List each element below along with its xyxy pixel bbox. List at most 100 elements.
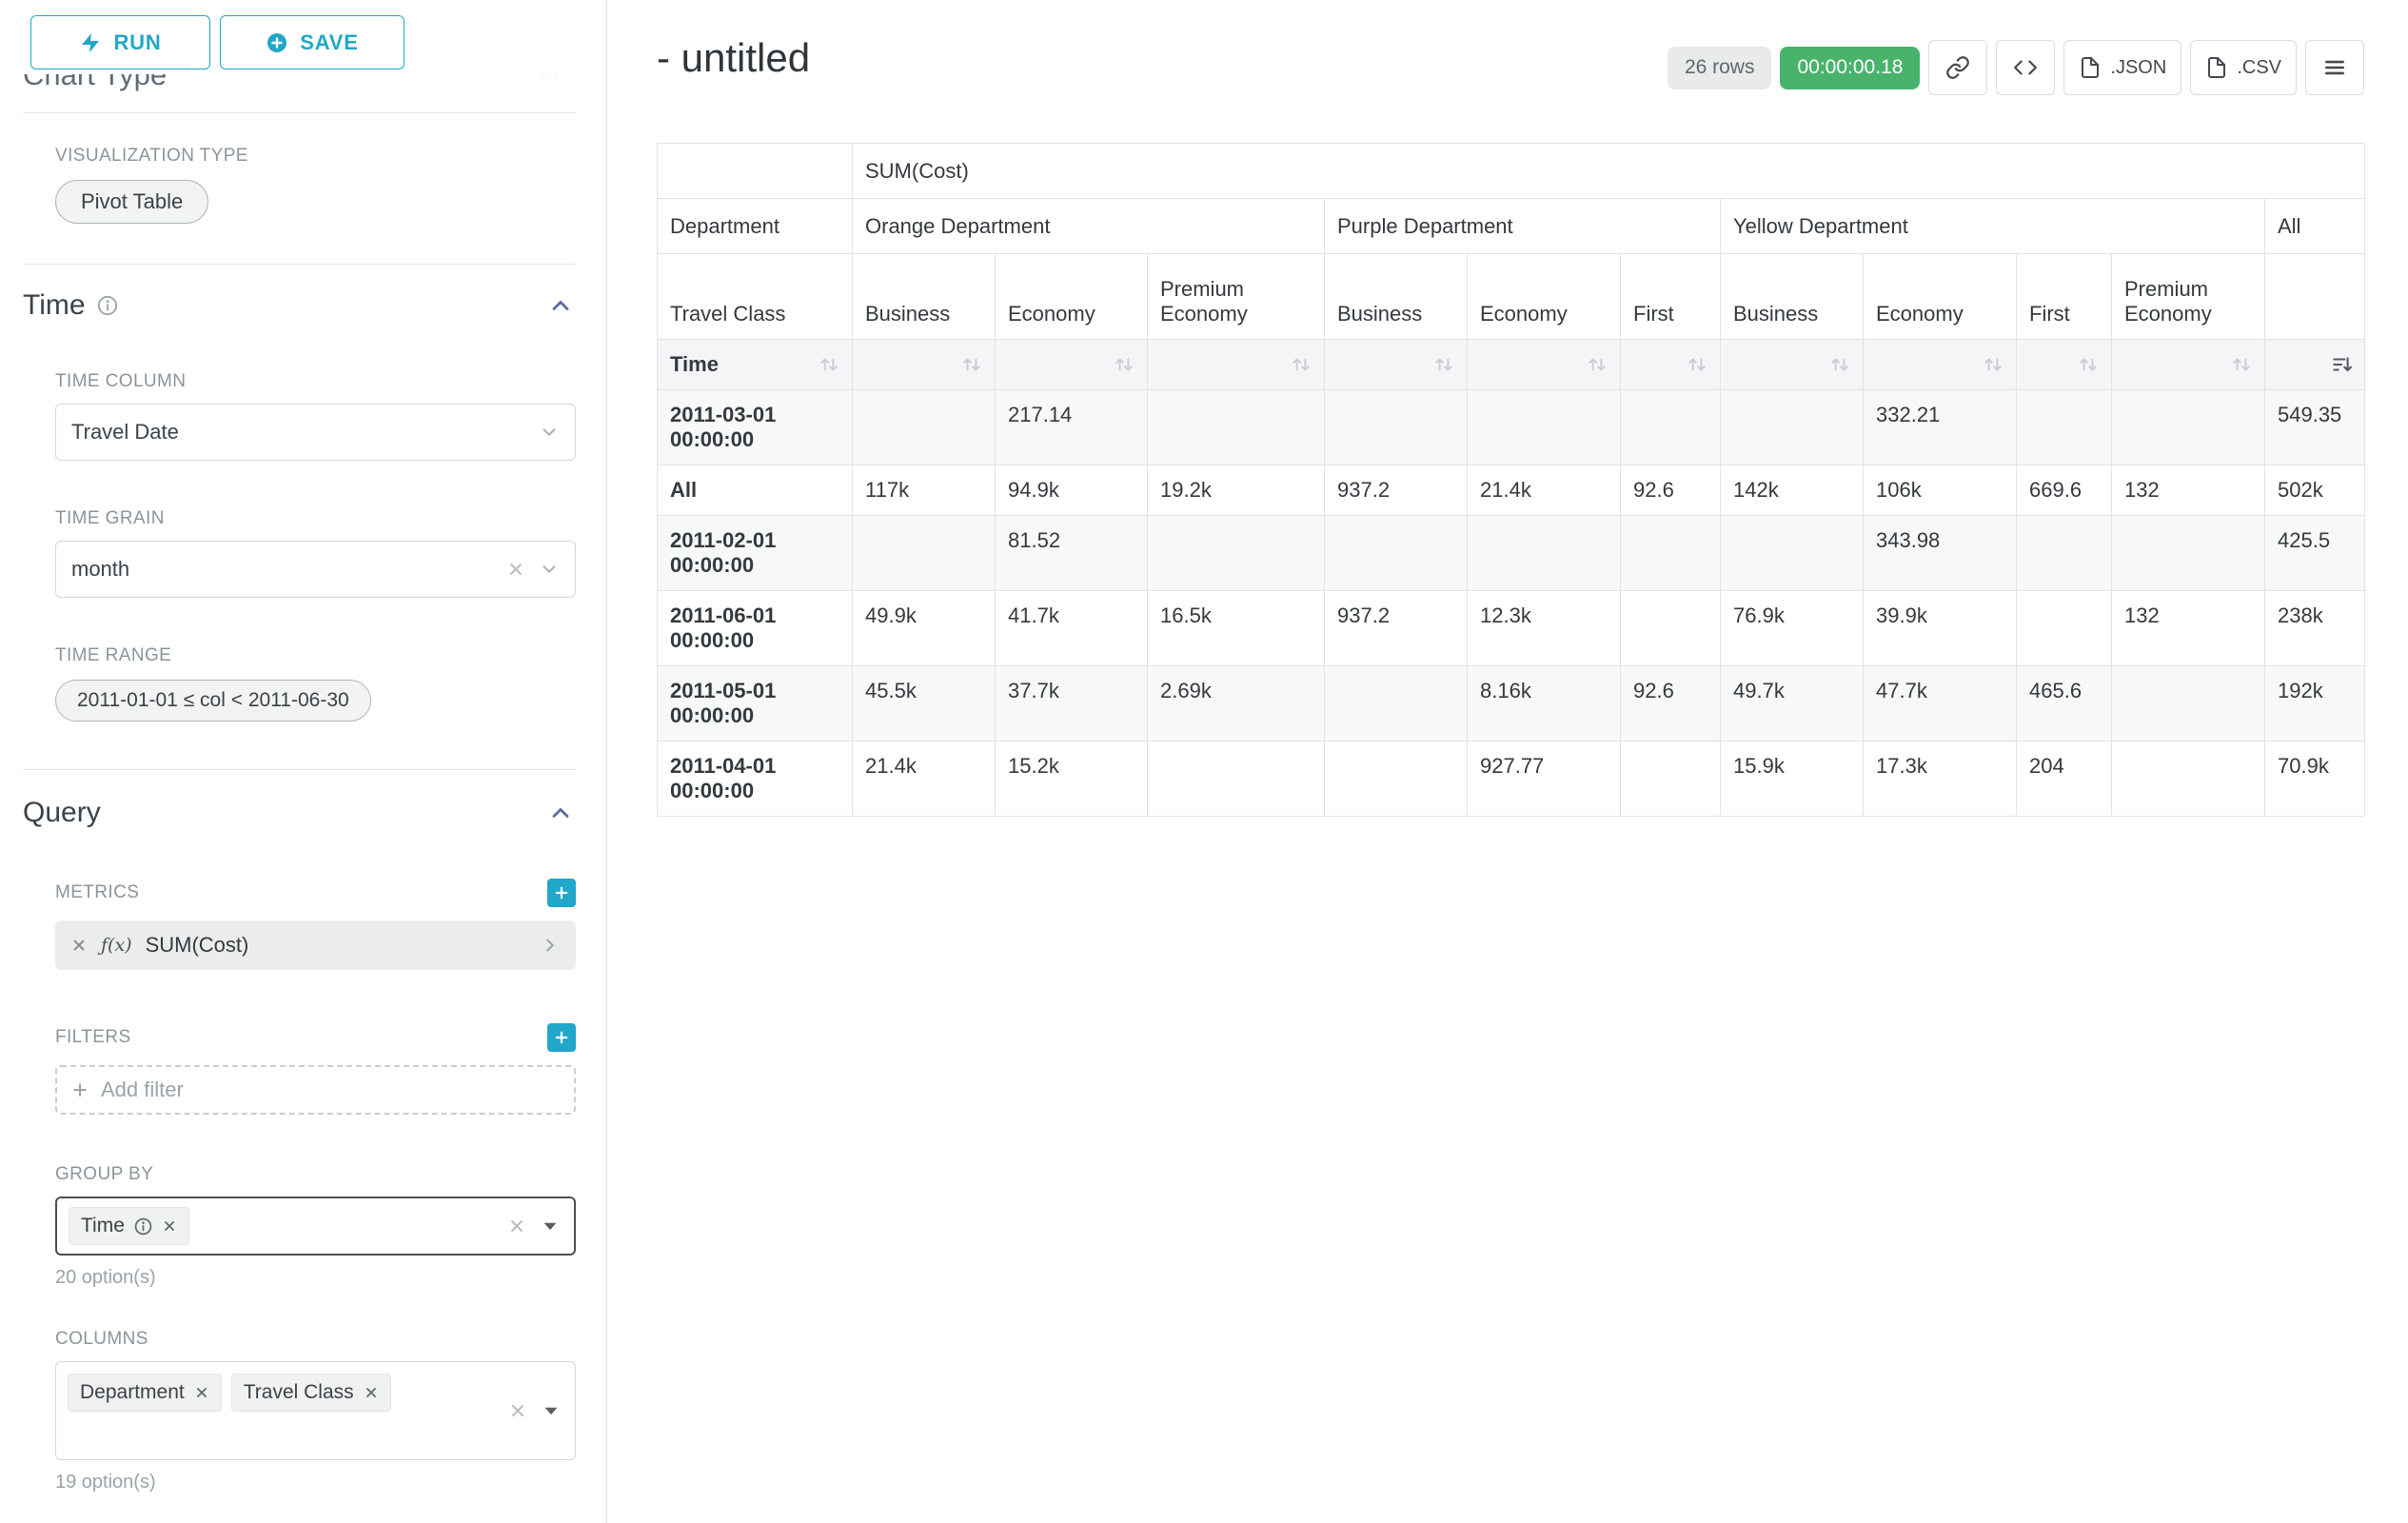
json-button-label: .JSON: [2110, 57, 2166, 79]
add-filter-button[interactable]: [547, 1023, 576, 1052]
group-by-tag[interactable]: Time: [69, 1207, 189, 1245]
sort-descending-button[interactable]: [2265, 340, 2365, 390]
column-header: [2265, 254, 2365, 340]
caret-down-icon[interactable]: [540, 1216, 561, 1236]
add-metric-button[interactable]: [547, 879, 576, 907]
column-header: Economy: [996, 254, 1148, 340]
clear-icon[interactable]: [507, 1216, 526, 1236]
query-section-title: Query: [23, 797, 101, 829]
value-cell: [1721, 390, 1864, 465]
columns-tag[interactable]: Travel Class: [231, 1374, 391, 1412]
value-cell: 21.4k: [853, 742, 996, 817]
clear-icon[interactable]: [508, 1401, 527, 1420]
value-cell: 927.77: [1468, 742, 1621, 817]
viz-type-pill[interactable]: Pivot Table: [55, 180, 208, 224]
time-range-pill[interactable]: 2011-01-01 ≤ col < 2011-06-30: [55, 680, 371, 722]
value-cell: [2112, 742, 2265, 817]
download-csv-button[interactable]: .CSV: [2190, 40, 2297, 95]
value-cell: [1621, 516, 1721, 591]
sort-toggle-button[interactable]: [1864, 340, 2017, 390]
collapse-icon[interactable]: [547, 292, 574, 319]
value-cell: 132: [2112, 465, 2265, 516]
value-cell: 132: [2112, 591, 2265, 666]
value-cell: [853, 390, 996, 465]
sort-arrows-icon: [2078, 354, 2099, 375]
value-cell: 15.9k: [1721, 742, 1864, 817]
run-button[interactable]: RUN: [30, 15, 210, 69]
control-panel: RUN SAVE Chart Type VISUALIZATION TYPE P…: [0, 0, 607, 1523]
info-icon: [97, 295, 118, 316]
column-header: Economy: [1468, 254, 1621, 340]
pivot-corner-cell: [658, 144, 853, 199]
sort-toggle-button[interactable]: [996, 340, 1148, 390]
add-filter-label: Add filter: [101, 1078, 184, 1102]
value-cell: [1621, 390, 1721, 465]
value-cell: 117k: [853, 465, 996, 516]
clear-icon[interactable]: [506, 560, 525, 579]
value-cell: 2.69k: [1148, 666, 1325, 742]
divider: [23, 769, 576, 770]
sort-toggle-button[interactable]: [2112, 340, 2265, 390]
sort-toggle-button[interactable]: [1325, 340, 1468, 390]
column-group-header: Yellow Department: [1721, 199, 2265, 254]
download-json-button[interactable]: .JSON: [2063, 40, 2181, 95]
row-label: 2011-04-01 00:00:00: [658, 742, 853, 817]
divider: [23, 264, 576, 265]
remove-tag-icon[interactable]: [162, 1218, 177, 1234]
value-cell: [2112, 390, 2265, 465]
pivot-row: All117k94.9k19.2k937.221.4k92.6142k106k6…: [658, 465, 2365, 516]
sort-toggle-button[interactable]: [1621, 340, 1721, 390]
run-button-label: RUN: [113, 30, 161, 55]
metrics-label: METRICS: [55, 882, 139, 903]
embed-code-button[interactable]: [1996, 40, 2055, 95]
value-cell: 465.6: [2017, 666, 2112, 742]
sort-toggle-button[interactable]: [1468, 340, 1621, 390]
clipped-section-heading: Chart Type: [23, 74, 576, 103]
sort-toggle-button[interactable]: [2017, 340, 2112, 390]
group-by-label: GROUP BY: [55, 1164, 576, 1185]
column-header: Economy: [1864, 254, 2017, 340]
remove-metric-icon[interactable]: [70, 937, 88, 954]
time-column-select[interactable]: Travel Date: [55, 404, 576, 461]
remove-tag-icon[interactable]: [194, 1385, 209, 1400]
save-button[interactable]: SAVE: [220, 15, 405, 69]
value-cell: 12.3k: [1468, 591, 1621, 666]
chart-menu-button[interactable]: [2305, 40, 2364, 95]
sort-toggle-button[interactable]: [1148, 340, 1325, 390]
columns-tag[interactable]: Department: [68, 1374, 222, 1412]
row-label: 2011-03-01 00:00:00: [658, 390, 853, 465]
metric-header: SUM(Cost): [853, 144, 2365, 199]
collapse-icon[interactable]: [547, 800, 574, 826]
copy-link-button[interactable]: [1928, 40, 1987, 95]
value-cell: 332.21: [1864, 390, 2017, 465]
query-section-header[interactable]: Query: [23, 797, 576, 829]
column-header: Business: [853, 254, 996, 340]
plus-icon: [553, 884, 570, 901]
save-button-label: SAVE: [300, 30, 358, 55]
value-cell: [2112, 666, 2265, 742]
metric-item[interactable]: ƒ(x) SUM(Cost): [55, 920, 576, 970]
chart-title[interactable]: - untitled: [657, 34, 810, 82]
sort-toggle-button[interactable]: [1721, 340, 1864, 390]
group-by-select[interactable]: Time: [55, 1197, 576, 1256]
columns-select[interactable]: Department Travel Class: [55, 1361, 576, 1460]
add-filter-dropzone[interactable]: Add filter: [55, 1065, 576, 1115]
caret-down-icon[interactable]: [541, 1400, 562, 1421]
remove-tag-icon[interactable]: [364, 1385, 379, 1400]
sort-arrows-icon: [961, 354, 982, 375]
divider: [23, 112, 576, 113]
chart-toolbar: 26 rows 00:00:00.18 .JSON .CSV: [1668, 40, 2364, 95]
time-column-value: Travel Date: [71, 420, 179, 445]
time-section-header[interactable]: Time: [23, 289, 576, 322]
value-cell: 21.4k: [1468, 465, 1621, 516]
sort-toggle-button[interactable]: [853, 340, 996, 390]
time-grain-select[interactable]: month: [55, 541, 576, 598]
row-label: 2011-05-01 00:00:00: [658, 666, 853, 742]
time-section-title: Time: [23, 289, 86, 322]
column-header: Premium Economy: [2112, 254, 2265, 340]
plus-circle-icon: [266, 31, 288, 54]
time-row-header[interactable]: Time: [658, 340, 853, 390]
time-column-label: TIME COLUMN: [55, 371, 576, 392]
value-cell: 76.9k: [1721, 591, 1864, 666]
query-timer-badge: 00:00:00.18: [1780, 47, 1920, 89]
